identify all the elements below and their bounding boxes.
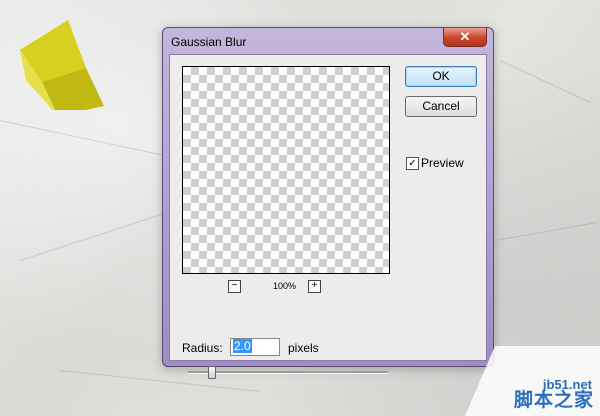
minus-icon: − [231,280,238,291]
checkmark-icon: ✓ [408,158,417,169]
preview-canvas[interactable] [182,66,390,274]
watermark: jb51.net 脚本之家 [465,346,600,416]
radius-slider-track[interactable] [188,371,388,374]
close-button[interactable]: ✕ [443,28,487,47]
background-texture-line [0,120,167,157]
zoom-level: 100% [273,281,297,291]
dialog-title: Gaussian Blur [171,35,247,49]
radius-value: 2.0 [233,339,252,353]
plus-icon: + [311,280,318,291]
title-bar[interactable]: Gaussian Blur ✕ [163,28,493,54]
ok-button[interactable]: OK [405,66,477,87]
watermark-name: 脚本之家 [513,390,594,411]
radius-label: Radius: [182,341,223,355]
gaussian-blur-dialog: Gaussian Blur ✕ − 100% + OK Cancel ✓ Pre… [162,27,494,379]
radius-slider-thumb[interactable] [208,366,216,379]
radius-input[interactable]: 2.0 [230,338,280,356]
background-texture-line [494,221,599,241]
close-icon: ✕ [459,29,471,44]
preview-checkbox[interactable]: ✓ [406,157,419,170]
units-label: pixels [288,341,319,355]
background-texture-line [19,213,163,261]
zoom-out-button[interactable]: − [228,280,241,293]
preview-label: Preview [421,156,464,170]
yellow-block-graphic [20,20,104,110]
background-texture-line [499,60,591,104]
zoom-in-button[interactable]: + [308,280,321,293]
cancel-button[interactable]: Cancel [405,96,477,117]
dialog-body: − 100% + OK Cancel ✓ Preview Radius: 2.0… [169,54,487,379]
